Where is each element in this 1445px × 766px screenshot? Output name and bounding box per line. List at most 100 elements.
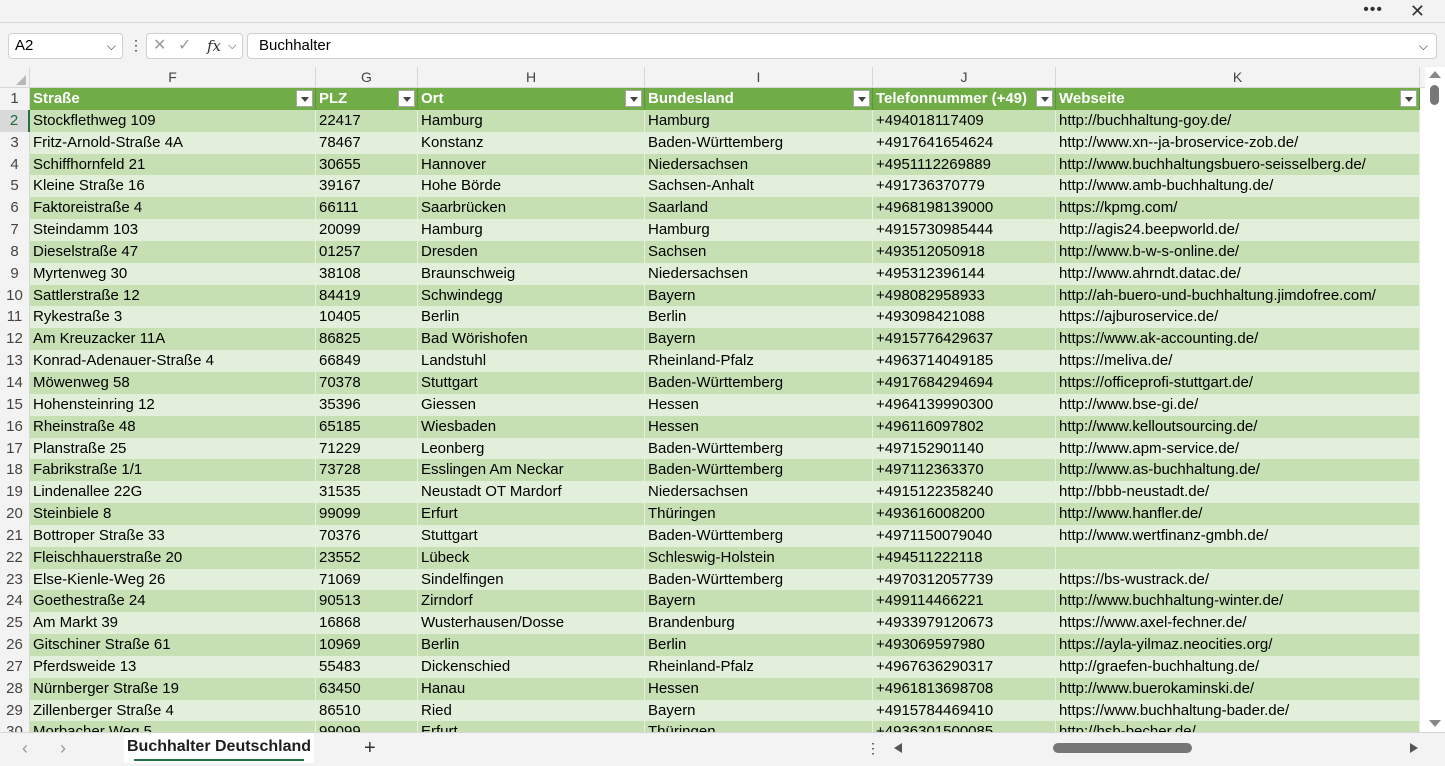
row-number[interactable]: 6 <box>0 197 30 220</box>
header-cell[interactable]: Ort <box>418 88 645 110</box>
table-cell[interactable]: Zillenberger Straße 4 <box>30 699 316 722</box>
chevron-down-icon[interactable]: ⌵ <box>228 34 236 58</box>
table-cell[interactable]: http://www.b-w-s-online.de/ <box>1056 240 1420 263</box>
table-cell[interactable]: Morbacher Weg 5 <box>30 721 316 732</box>
row-number[interactable]: 12 <box>0 328 30 351</box>
table-cell[interactable]: Zirndorf <box>418 590 645 613</box>
table-cell[interactable]: Erfurt <box>418 721 645 732</box>
table-cell[interactable]: https://www.axel-fechner.de/ <box>1056 612 1420 635</box>
table-cell[interactable]: Lindenallee 22G <box>30 481 316 504</box>
row-number[interactable]: 9 <box>0 262 30 285</box>
table-cell[interactable]: Planstraße 25 <box>30 437 316 460</box>
table-cell[interactable]: +4915784469410 <box>873 699 1056 722</box>
row-number[interactable]: 22 <box>0 546 30 569</box>
table-cell[interactable]: Stuttgart <box>418 371 645 394</box>
table-cell[interactable]: http://buchhaltung-goy.de/ <box>1056 109 1420 132</box>
vertical-scrollbar[interactable] <box>1425 67 1445 732</box>
table-cell[interactable]: Stuttgart <box>418 524 645 547</box>
table-cell[interactable]: Rheinland-Pfalz <box>645 350 873 372</box>
table-cell[interactable]: Fabrikstraße 1/1 <box>30 459 316 482</box>
table-cell[interactable]: Bayern <box>645 699 873 722</box>
table-cell[interactable]: Hohe Börde <box>418 175 645 198</box>
table-cell[interactable]: http://www.as-buchhaltung.de/ <box>1056 459 1420 482</box>
table-cell[interactable]: 63450 <box>316 677 418 700</box>
filter-dropdown-icon[interactable] <box>1036 90 1053 107</box>
table-cell[interactable]: 35396 <box>316 393 418 416</box>
table-cell[interactable]: 70376 <box>316 524 418 547</box>
filter-dropdown-icon[interactable] <box>625 90 642 107</box>
row-number[interactable]: 5 <box>0 175 30 198</box>
table-cell[interactable]: Gitschiner Straße 61 <box>30 634 316 656</box>
row-number[interactable]: 29 <box>0 699 30 722</box>
column-header-g[interactable]: G <box>316 67 418 88</box>
table-cell[interactable]: Ried <box>418 699 645 722</box>
table-cell[interactable]: http://bbb-neustadt.de/ <box>1056 481 1420 504</box>
table-cell[interactable]: 78467 <box>316 131 418 154</box>
table-cell[interactable]: http://www.buerokaminski.de/ <box>1056 677 1420 700</box>
table-cell[interactable]: Stockflethweg 109 <box>30 109 316 132</box>
table-cell[interactable]: http://www.wertfinanz-gmbh.de/ <box>1056 524 1420 547</box>
table-cell[interactable]: 65185 <box>316 415 418 438</box>
table-cell[interactable]: Dieselstraße 47 <box>30 240 316 263</box>
table-cell[interactable]: Sachsen <box>645 240 873 263</box>
table-cell[interactable]: Berlin <box>418 634 645 656</box>
insert-function-icon[interactable]: fx <box>207 34 221 58</box>
scroll-right-icon[interactable] <box>1410 743 1418 753</box>
table-cell[interactable]: Hannover <box>418 153 645 176</box>
row-number[interactable]: 14 <box>0 371 30 394</box>
table-cell[interactable]: http://ah-buero-und-buchhaltung.jimdofre… <box>1056 284 1420 307</box>
table-cell[interactable]: 10405 <box>316 306 418 329</box>
table-cell[interactable]: 10969 <box>316 634 418 656</box>
table-cell[interactable]: http://graefen-buchhaltung.de/ <box>1056 655 1420 678</box>
table-cell[interactable]: 22417 <box>316 109 418 132</box>
header-cell[interactable]: Bundesland <box>645 88 873 110</box>
table-cell[interactable]: +496116097802 <box>873 415 1056 438</box>
table-cell[interactable]: +494018117409 <box>873 109 1056 132</box>
confirm-icon[interactable]: ✓ <box>178 34 191 58</box>
table-cell[interactable]: Schwindegg <box>418 284 645 307</box>
table-cell[interactable]: https://www.buchhaltung-bader.de/ <box>1056 699 1420 722</box>
table-cell[interactable]: +4933979120673 <box>873 612 1056 635</box>
table-cell[interactable]: 71229 <box>316 437 418 460</box>
table-cell[interactable]: Hamburg <box>645 219 873 241</box>
row-number[interactable]: 23 <box>0 568 30 591</box>
column-header-i[interactable]: I <box>645 67 873 88</box>
table-cell[interactable]: Hessen <box>645 677 873 700</box>
row-number[interactable]: 15 <box>0 393 30 416</box>
table-cell[interactable]: 90513 <box>316 590 418 613</box>
row-number[interactable]: 7 <box>0 219 30 241</box>
table-cell[interactable]: Giessen <box>418 393 645 416</box>
table-cell[interactable]: Am Kreuzacker 11A <box>30 328 316 351</box>
table-cell[interactable]: +493616008200 <box>873 503 1056 525</box>
filter-dropdown-icon[interactable] <box>853 90 870 107</box>
table-cell[interactable]: http://www.xn--ja-broservice-zob.de/ <box>1056 131 1420 154</box>
table-cell[interactable]: Berlin <box>418 306 645 329</box>
table-cell[interactable]: +499114466221 <box>873 590 1056 613</box>
table-cell[interactable]: Schiffhornfeld 21 <box>30 153 316 176</box>
table-cell[interactable]: http://www.kelloutsourcing.de/ <box>1056 415 1420 438</box>
scroll-down-icon[interactable] <box>1429 720 1441 727</box>
row-number[interactable]: 30 <box>0 721 30 732</box>
column-header-j[interactable]: J <box>873 67 1056 88</box>
formula-bar-options-icon[interactable]: ⋮ <box>129 35 143 55</box>
row-number[interactable]: 28 <box>0 677 30 700</box>
table-cell[interactable]: Esslingen Am Neckar <box>418 459 645 482</box>
table-cell[interactable]: 99099 <box>316 503 418 525</box>
table-cell[interactable]: +4967636290317 <box>873 655 1056 678</box>
table-cell[interactable]: Hohensteinring 12 <box>30 393 316 416</box>
table-cell[interactable]: Konrad-Adenauer-Straße 4 <box>30 350 316 372</box>
table-cell[interactable]: http://www.apm-service.de/ <box>1056 437 1420 460</box>
table-cell[interactable]: https://ayla-yilmaz.neocities.org/ <box>1056 634 1420 656</box>
table-cell[interactable]: Rheinland-Pfalz <box>645 655 873 678</box>
table-cell[interactable]: Steindamm 103 <box>30 219 316 241</box>
table-cell[interactable]: Thüringen <box>645 503 873 525</box>
header-cell[interactable]: Straße <box>30 88 316 110</box>
table-cell[interactable]: Sattlerstraße 12 <box>30 284 316 307</box>
table-cell[interactable]: +4917641654624 <box>873 131 1056 154</box>
table-cell[interactable]: Hanau <box>418 677 645 700</box>
table-cell[interactable]: Hessen <box>645 393 873 416</box>
table-cell[interactable]: +4964139990300 <box>873 393 1056 416</box>
table-cell[interactable]: 99099 <box>316 721 418 732</box>
close-icon[interactable]: ✕ <box>1410 0 1425 22</box>
table-cell[interactable]: 84419 <box>316 284 418 307</box>
